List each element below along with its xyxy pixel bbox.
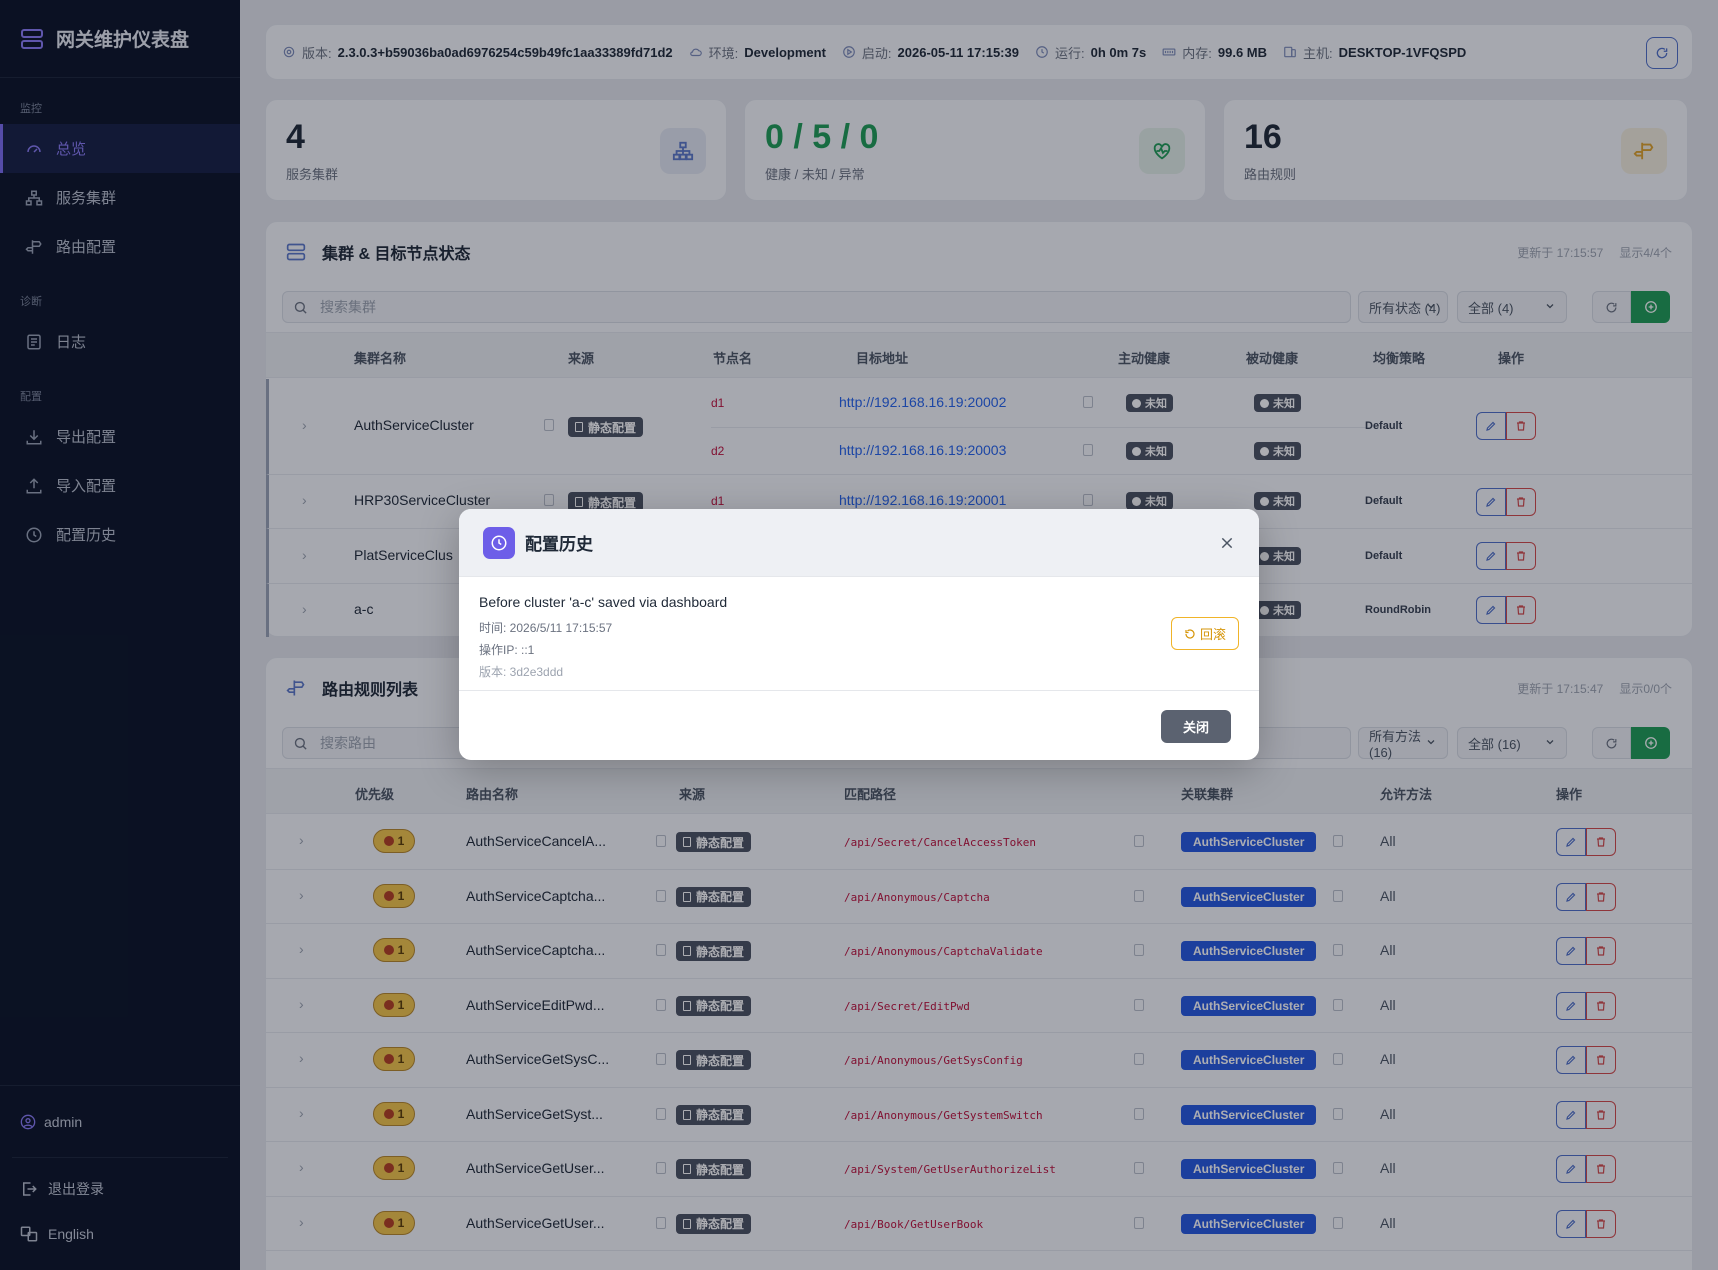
divider xyxy=(459,690,1259,691)
undo-icon xyxy=(1184,628,1196,640)
entry-time: 时间: 2026/5/11 17:15:57 xyxy=(479,621,613,635)
history-entry: Before cluster 'a-c' saved via dashboard… xyxy=(479,594,727,685)
close-button[interactable]: 关闭 xyxy=(1161,710,1231,743)
entry-ip: 操作IP: ::1 xyxy=(479,643,535,657)
clock-icon xyxy=(483,526,515,559)
config-history-dialog: 配置历史 Before cluster 'a-c' saved via dash… xyxy=(459,509,1259,760)
close-icon[interactable] xyxy=(1217,533,1237,553)
rollback-label: 回滚 xyxy=(1199,627,1226,642)
rollback-button[interactable]: 回滚 xyxy=(1171,617,1239,650)
entry-title: Before cluster 'a-c' saved via dashboard xyxy=(479,594,728,610)
dialog-title: 配置历史 xyxy=(525,535,593,554)
dialog-header: 配置历史 xyxy=(459,509,1259,577)
entry-version: 版本: 3d2e3ddd xyxy=(479,665,564,679)
